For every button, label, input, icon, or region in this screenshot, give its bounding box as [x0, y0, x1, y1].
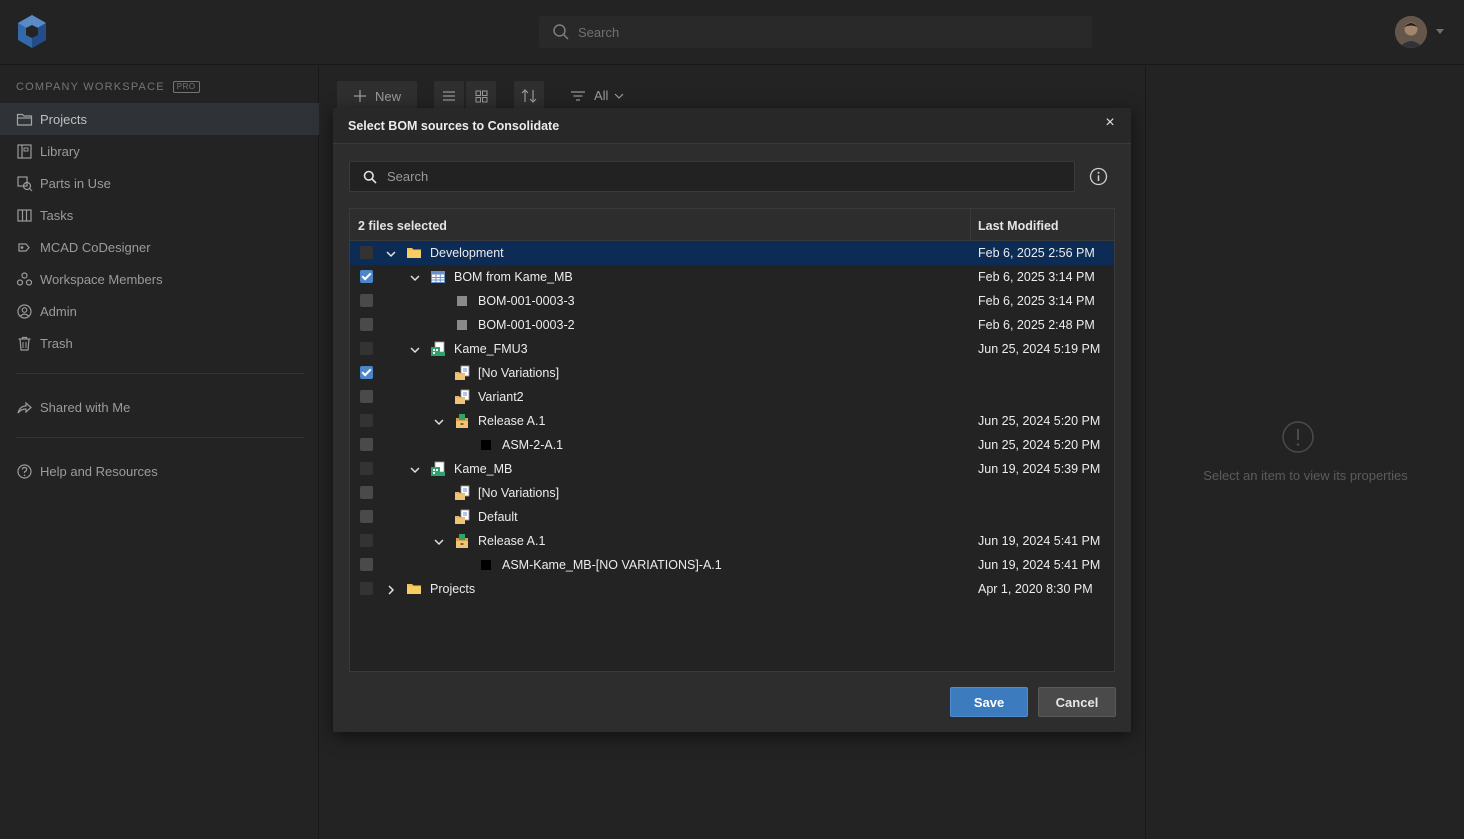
save-button[interactable]: Save: [950, 687, 1028, 717]
chevron-down-icon[interactable]: [409, 463, 421, 475]
row-name: Development: [430, 246, 504, 260]
assembly-icon: [430, 461, 446, 477]
row-checkbox[interactable]: [360, 318, 373, 331]
info-icon[interactable]: [1089, 167, 1108, 186]
row-name: Release A.1: [478, 414, 546, 428]
chevron-down-icon[interactable]: [409, 271, 421, 283]
variation-icon: [454, 485, 470, 501]
row-name: Default: [478, 510, 518, 524]
chevron-down-icon[interactable]: [433, 535, 445, 547]
row-name: Projects: [430, 582, 476, 596]
chevron-down-icon[interactable]: [433, 415, 445, 427]
row-last-modified: Feb 6, 2025 2:56 PM: [978, 246, 1095, 260]
table-row[interactable]: BOM from Kame_MB Feb 6, 2025 3:14 PM: [350, 265, 1114, 289]
row-last-modified: Jun 25, 2024 5:19 PM: [978, 342, 1101, 356]
bom-source-table: 2 files selected Last Modified Developme…: [349, 208, 1115, 672]
row-checkbox[interactable]: [360, 294, 373, 307]
table-row[interactable]: ASM-2-A.1 Jun 25, 2024 5:20 PM: [350, 433, 1114, 457]
row-checkbox[interactable]: [360, 462, 373, 475]
consolidate-bom-dialog: Select BOM sources to Consolidate × Sear…: [333, 108, 1131, 732]
row-last-modified: Jun 19, 2024 5:39 PM: [978, 462, 1101, 476]
black-square-icon: [478, 557, 494, 573]
row-name: Variant2: [478, 390, 524, 404]
dialog-title: Select BOM sources to Consolidate: [348, 119, 560, 133]
gray-square-icon: [454, 293, 470, 309]
column-divider[interactable]: [970, 209, 971, 241]
folder-icon: [406, 245, 422, 261]
row-last-modified: Jun 25, 2024 5:20 PM: [978, 438, 1101, 452]
row-name: Release A.1: [478, 534, 546, 548]
release-icon: [454, 533, 470, 549]
row-last-modified: Feb 6, 2025 3:14 PM: [978, 294, 1095, 308]
close-icon[interactable]: ×: [1103, 115, 1117, 131]
folder-icon: [406, 581, 422, 597]
row-last-modified: Feb 6, 2025 3:14 PM: [978, 270, 1095, 284]
table-row[interactable]: Default: [350, 505, 1114, 529]
row-checkbox[interactable]: [360, 390, 373, 403]
dialog-search-input[interactable]: Search: [349, 161, 1075, 192]
dialog-header: Select BOM sources to Consolidate ×: [333, 108, 1131, 144]
row-checkbox[interactable]: [360, 342, 373, 355]
row-name: ASM-2-A.1: [502, 438, 564, 452]
row-last-modified: Feb 6, 2025 2:48 PM: [978, 318, 1095, 332]
search-icon: [363, 170, 377, 184]
row-last-modified: Jun 19, 2024 5:41 PM: [978, 534, 1101, 548]
release-icon: [454, 413, 470, 429]
row-name: Kame_FMU3: [454, 342, 528, 356]
row-checkbox[interactable]: [360, 414, 373, 427]
gray-square-icon: [454, 317, 470, 333]
table-row[interactable]: Variant2: [350, 385, 1114, 409]
table-row[interactable]: Development Feb 6, 2025 2:56 PM: [350, 241, 1114, 265]
cancel-button[interactable]: Cancel: [1038, 687, 1116, 717]
black-square-icon: [478, 437, 494, 453]
row-name: ASM-Kame_MB-[NO VARIATIONS]-A.1: [502, 558, 722, 572]
last-modified-header[interactable]: Last Modified: [978, 219, 1059, 233]
chevron-down-icon[interactable]: [409, 343, 421, 355]
table-row[interactable]: Kame_MB Jun 19, 2024 5:39 PM: [350, 457, 1114, 481]
row-checkbox[interactable]: [360, 486, 373, 499]
row-name: [No Variations]: [478, 486, 560, 500]
row-checkbox[interactable]: [360, 534, 373, 547]
row-checkbox[interactable]: [360, 270, 373, 283]
table-row[interactable]: Release A.1 Jun 25, 2024 5:20 PM: [350, 409, 1114, 433]
variation-icon: [454, 389, 470, 405]
row-name: BOM-001-0003-2: [478, 318, 575, 332]
assembly-icon: [430, 341, 446, 357]
table-row[interactable]: Release A.1 Jun 19, 2024 5:41 PM: [350, 529, 1114, 553]
table-header: 2 files selected Last Modified: [350, 209, 1114, 241]
row-checkbox[interactable]: [360, 558, 373, 571]
row-name: BOM from Kame_MB: [454, 270, 573, 284]
row-name: Kame_MB: [454, 462, 513, 476]
row-last-modified: Jun 25, 2024 5:20 PM: [978, 414, 1101, 428]
bom-table-icon: [430, 269, 446, 285]
row-last-modified: Apr 1, 2020 8:30 PM: [978, 582, 1093, 596]
table-row[interactable]: Projects Apr 1, 2020 8:30 PM: [350, 577, 1114, 601]
row-checkbox[interactable]: [360, 438, 373, 451]
table-row[interactable]: ASM-Kame_MB-[NO VARIATIONS]-A.1 Jun 19, 2…: [350, 553, 1114, 577]
dialog-search-placeholder: Search: [387, 169, 429, 184]
row-checkbox[interactable]: [360, 582, 373, 595]
table-row[interactable]: Kame_FMU3 Jun 25, 2024 5:19 PM: [350, 337, 1114, 361]
table-row[interactable]: [No Variations]: [350, 361, 1114, 385]
row-name: BOM-001-0003-3: [478, 294, 575, 308]
row-checkbox[interactable]: [360, 246, 373, 259]
row-name: [No Variations]: [478, 366, 560, 380]
table-row[interactable]: [No Variations]: [350, 481, 1114, 505]
row-checkbox[interactable]: [360, 510, 373, 523]
row-last-modified: Jun 19, 2024 5:41 PM: [978, 558, 1101, 572]
chevron-right-icon[interactable]: [385, 583, 397, 595]
row-checkbox[interactable]: [360, 366, 373, 379]
table-row[interactable]: BOM-001-0003-3 Feb 6, 2025 3:14 PM: [350, 289, 1114, 313]
chevron-down-icon[interactable]: [385, 247, 397, 259]
selected-count-header: 2 files selected: [358, 219, 447, 233]
variation-icon: [454, 509, 470, 525]
variation-icon: [454, 365, 470, 381]
table-row[interactable]: BOM-001-0003-2 Feb 6, 2025 2:48 PM: [350, 313, 1114, 337]
